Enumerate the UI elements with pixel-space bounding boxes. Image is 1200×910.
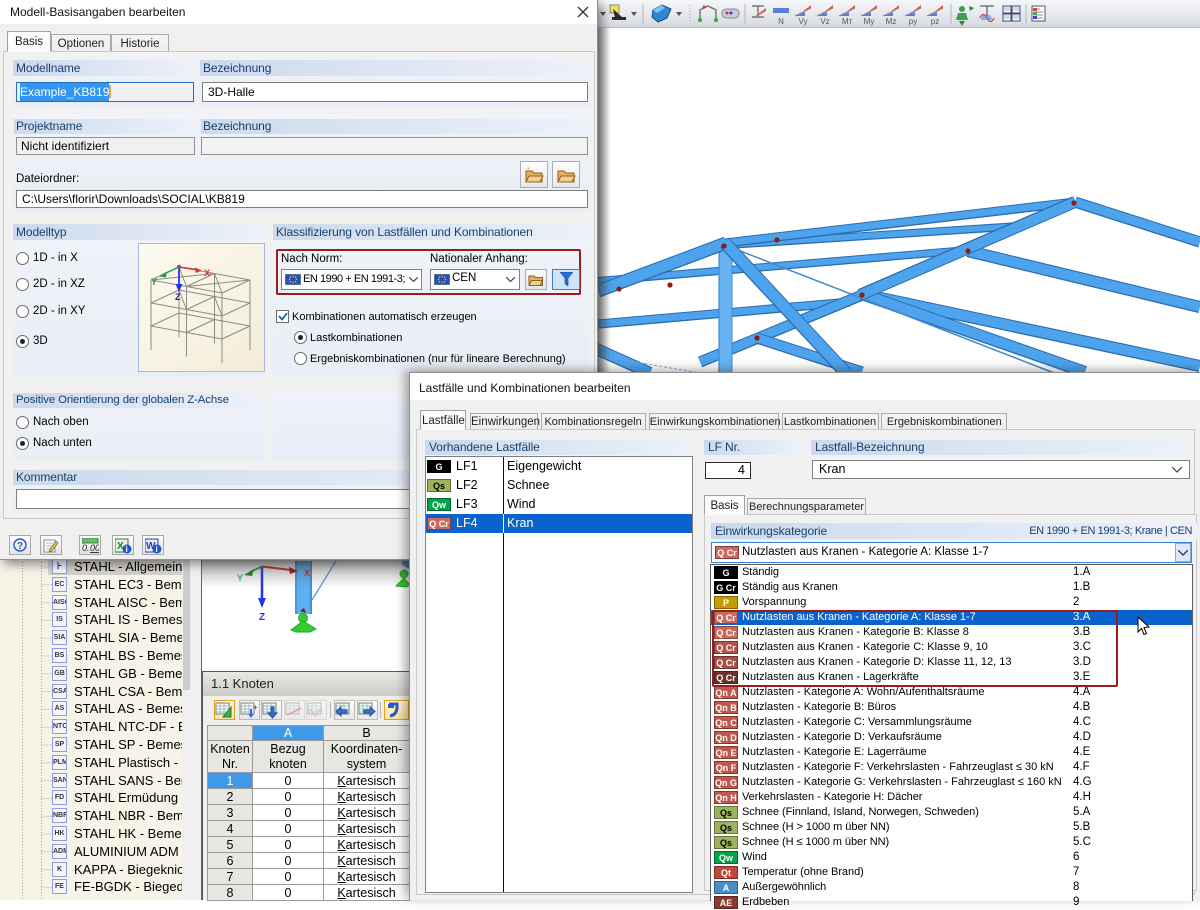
svg-text:X: X xyxy=(204,268,210,278)
svg-text:Z: Z xyxy=(175,292,181,302)
svg-text:N: N xyxy=(778,17,784,26)
svg-text:My: My xyxy=(864,17,875,26)
svg-text:pz: pz xyxy=(931,17,939,26)
svg-text:i: i xyxy=(126,545,128,554)
svg-text:Mz: Mz xyxy=(886,17,897,26)
svg-text:Vz: Vz xyxy=(820,17,829,26)
svg-text:0.: 0. xyxy=(82,543,90,553)
svg-text:py: py xyxy=(909,17,917,26)
svg-text:Mᴛ: Mᴛ xyxy=(842,17,853,26)
svg-text:?: ? xyxy=(17,541,23,552)
svg-text:Y: Y xyxy=(151,277,157,287)
svg-text:Vy: Vy xyxy=(798,17,807,26)
svg-text:i: i xyxy=(156,545,158,554)
svg-text:Z: Z xyxy=(259,612,265,623)
svg-text:+: + xyxy=(253,703,258,712)
svg-text:*: * xyxy=(527,167,530,174)
svg-text:00: 00 xyxy=(90,543,99,553)
